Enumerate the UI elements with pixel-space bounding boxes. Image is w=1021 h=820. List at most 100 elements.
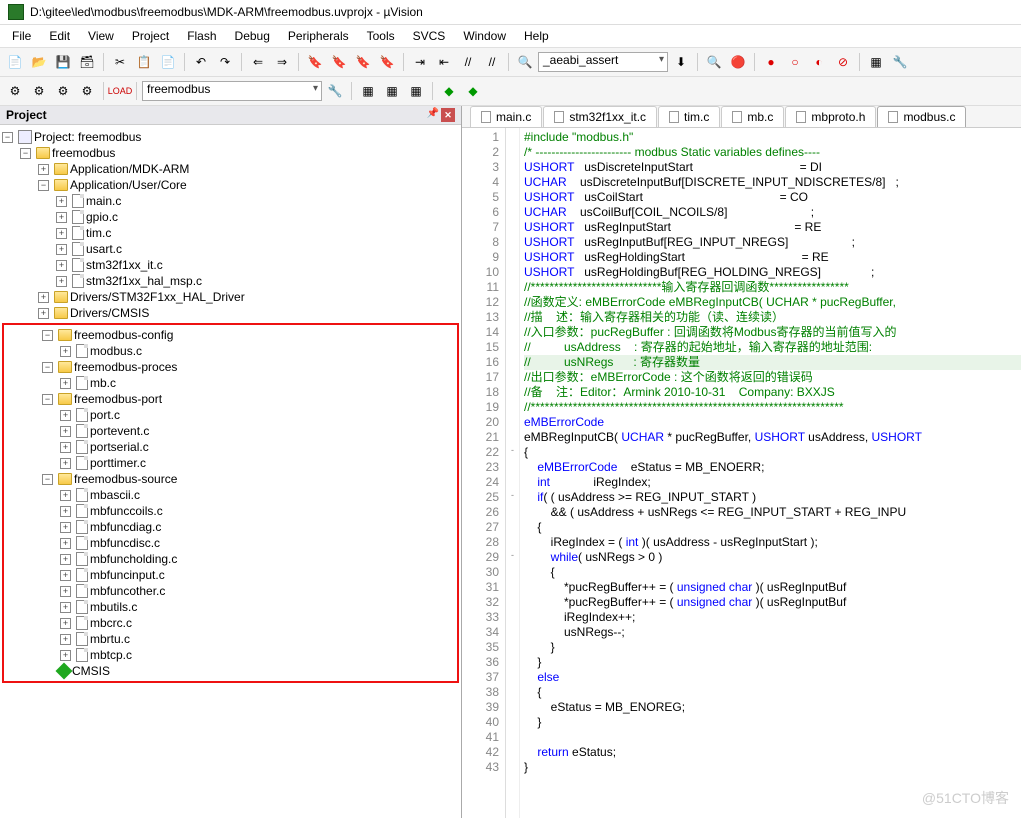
- open-icon[interactable]: 📂: [28, 51, 50, 73]
- pack2-icon[interactable]: ◆: [462, 80, 484, 102]
- file-gpio.c[interactable]: + gpio.c: [2, 209, 459, 225]
- menu-project[interactable]: Project: [124, 27, 177, 45]
- group-freemodbus-proces[interactable]: − freemodbus-proces: [6, 359, 455, 375]
- menu-window[interactable]: Window: [455, 27, 514, 45]
- tab-mb.c[interactable]: mb.c: [721, 106, 784, 127]
- nav-fwd-icon[interactable]: ⇒: [271, 51, 293, 73]
- menu-tools[interactable]: Tools: [359, 27, 403, 45]
- file-porttimer.c[interactable]: + porttimer.c: [6, 455, 455, 471]
- find-icon[interactable]: 🔍: [514, 51, 536, 73]
- code-editor[interactable]: 1234567891011121314151617181920212223242…: [462, 128, 1021, 818]
- project-tree[interactable]: − Project: freemodbus− freemodbus+ Appli…: [0, 125, 461, 818]
- target-select[interactable]: freemodbus: [142, 81, 322, 101]
- enable-bp-icon[interactable]: ○: [784, 51, 806, 73]
- file-main.c[interactable]: + main.c: [2, 193, 459, 209]
- manage2-icon[interactable]: ▦: [381, 80, 403, 102]
- file-mbrtu.c[interactable]: + mbrtu.c: [6, 631, 455, 647]
- file-modbus.c[interactable]: + modbus.c: [6, 343, 455, 359]
- build-icon[interactable]: ⚙: [4, 80, 26, 102]
- menu-svcs[interactable]: SVCS: [405, 27, 454, 45]
- kill-bp-icon[interactable]: ⊘: [832, 51, 854, 73]
- file-mbtcp.c[interactable]: + mbtcp.c: [6, 647, 455, 663]
- bookmark-clear-icon[interactable]: 🔖: [376, 51, 398, 73]
- file-portserial.c[interactable]: + portserial.c: [6, 439, 455, 455]
- project-root[interactable]: − Project: freemodbus: [2, 129, 459, 145]
- menu-edit[interactable]: Edit: [41, 27, 78, 45]
- file-usart.c[interactable]: + usart.c: [2, 241, 459, 257]
- pane-close-icon[interactable]: ✕: [441, 108, 455, 122]
- file-mbascii.c[interactable]: + mbascii.c: [6, 487, 455, 503]
- build-target-icon[interactable]: ⚙: [52, 80, 74, 102]
- folder-ico-icon: [58, 393, 72, 405]
- menu-debug[interactable]: Debug: [227, 27, 278, 45]
- file-mb.c[interactable]: + mb.c: [6, 375, 455, 391]
- saveall-icon[interactable]: 🗃: [76, 51, 98, 73]
- tab-main.c[interactable]: main.c: [470, 106, 542, 127]
- file-mbcrc.c[interactable]: + mbcrc.c: [6, 615, 455, 631]
- fold-gutter[interactable]: ---: [506, 128, 520, 818]
- source-text[interactable]: #include "modbus.h"/* ------------------…: [520, 128, 1021, 818]
- indent-icon[interactable]: ⇥: [409, 51, 431, 73]
- tab-tim.c[interactable]: tim.c: [658, 106, 720, 127]
- tab-modbus.c[interactable]: modbus.c: [877, 106, 966, 127]
- menu-flash[interactable]: Flash: [179, 27, 224, 45]
- save-icon[interactable]: 💾: [52, 51, 74, 73]
- window-icon[interactable]: ▦: [865, 51, 887, 73]
- file-mbfuncholding.c[interactable]: + mbfuncholding.c: [6, 551, 455, 567]
- batch-build-icon[interactable]: ⚙: [76, 80, 98, 102]
- file-mbutils.c[interactable]: + mbutils.c: [6, 599, 455, 615]
- file-mbfuncdiag.c[interactable]: + mbfuncdiag.c: [6, 519, 455, 535]
- group-freemodbus-port[interactable]: − freemodbus-port: [6, 391, 455, 407]
- tab-mbproto.h[interactable]: mbproto.h: [785, 106, 876, 127]
- paste-icon[interactable]: 📄: [157, 51, 179, 73]
- target-node[interactable]: − freemodbus: [2, 145, 459, 161]
- new-icon[interactable]: 📄: [4, 51, 26, 73]
- bookmark-next-icon[interactable]: 🔖: [352, 51, 374, 73]
- bookmark-icon[interactable]: 🔖: [304, 51, 326, 73]
- debug-icon[interactable]: 🔍: [703, 51, 725, 73]
- file-port.c[interactable]: + port.c: [6, 407, 455, 423]
- redo-icon[interactable]: ↷: [214, 51, 236, 73]
- file-tim.c[interactable]: + tim.c: [2, 225, 459, 241]
- file-mbfuncother.c[interactable]: + mbfuncother.c: [6, 583, 455, 599]
- cut-icon[interactable]: ✂: [109, 51, 131, 73]
- config-icon[interactable]: 🔧: [889, 51, 911, 73]
- cmsis-node[interactable]: CMSIS: [6, 663, 455, 679]
- find-combo[interactable]: _aeabi_assert: [538, 52, 668, 72]
- menu-view[interactable]: View: [80, 27, 122, 45]
- undo-icon[interactable]: ↶: [190, 51, 212, 73]
- file-stm32f1xx_hal_msp.c[interactable]: + stm32f1xx_hal_msp.c: [2, 273, 459, 289]
- find-next-icon[interactable]: ⬇: [670, 51, 692, 73]
- options-icon[interactable]: 🔧: [324, 80, 346, 102]
- copy-icon[interactable]: 📋: [133, 51, 155, 73]
- file-mbfuncdisc.c[interactable]: + mbfuncdisc.c: [6, 535, 455, 551]
- group-Drivers/STM32F1xx_HAL_Driver[interactable]: + Drivers/STM32F1xx_HAL_Driver: [2, 289, 459, 305]
- manage-icon[interactable]: ▦: [357, 80, 379, 102]
- download-icon[interactable]: LOAD: [109, 80, 131, 102]
- menu-peripherals[interactable]: Peripherals: [280, 27, 357, 45]
- menu-file[interactable]: File: [4, 27, 39, 45]
- file-portevent.c[interactable]: + portevent.c: [6, 423, 455, 439]
- breakpoint-icon[interactable]: 🔴: [727, 51, 749, 73]
- comment-icon[interactable]: //: [457, 51, 479, 73]
- file-mbfunccoils.c[interactable]: + mbfunccoils.c: [6, 503, 455, 519]
- pack-icon[interactable]: ◆: [438, 80, 460, 102]
- disable-bp-icon[interactable]: ◐: [808, 51, 830, 73]
- outdent-icon[interactable]: ⇤: [433, 51, 455, 73]
- manage3-icon[interactable]: ▦: [405, 80, 427, 102]
- bookmark-prev-icon[interactable]: 🔖: [328, 51, 350, 73]
- group-freemodbus-source[interactable]: − freemodbus-source: [6, 471, 455, 487]
- file-stm32f1xx_it.c[interactable]: + stm32f1xx_it.c: [2, 257, 459, 273]
- menu-help[interactable]: Help: [516, 27, 557, 45]
- pane-pin-icon[interactable]: 📌: [427, 108, 439, 122]
- nav-back-icon[interactable]: ⇐: [247, 51, 269, 73]
- insert-bp-icon[interactable]: ●: [760, 51, 782, 73]
- group-Application/User/Core[interactable]: − Application/User/Core: [2, 177, 459, 193]
- uncomment-icon[interactable]: //: [481, 51, 503, 73]
- tab-stm32f1xx_it.c[interactable]: stm32f1xx_it.c: [543, 106, 657, 127]
- rebuild-icon[interactable]: ⚙: [28, 80, 50, 102]
- group-freemodbus-config[interactable]: − freemodbus-config: [6, 327, 455, 343]
- group-Drivers/CMSIS[interactable]: + Drivers/CMSIS: [2, 305, 459, 321]
- group-Application/MDK-ARM[interactable]: + Application/MDK-ARM: [2, 161, 459, 177]
- file-mbfuncinput.c[interactable]: + mbfuncinput.c: [6, 567, 455, 583]
